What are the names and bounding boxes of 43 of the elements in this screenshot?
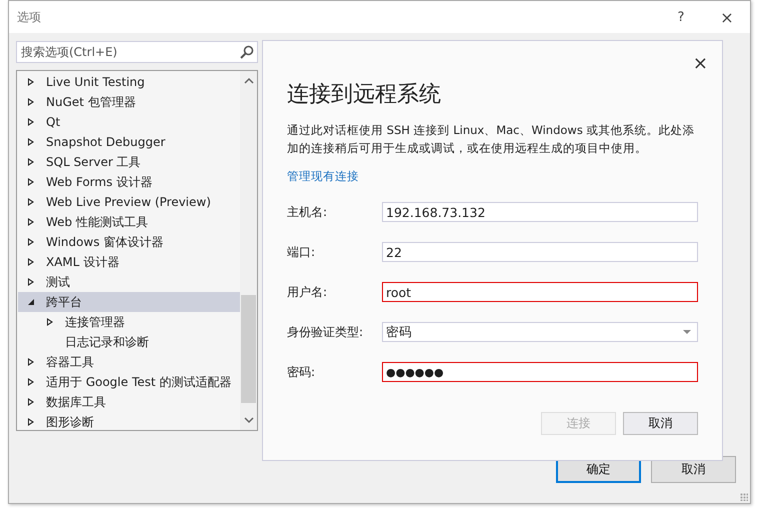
tree-item[interactable]: 跨平台 bbox=[18, 292, 240, 312]
auth-type-dropdown[interactable]: 密码 bbox=[382, 322, 698, 342]
tree-item[interactable]: Web Live Preview (Preview) bbox=[18, 192, 240, 212]
field-label: 用户名: bbox=[287, 284, 328, 300]
window-title: 选项 bbox=[17, 8, 42, 26]
dialog-title: 连接到远程系统 bbox=[287, 81, 442, 109]
tree-item[interactable]: Web 性能测试工具 bbox=[18, 212, 240, 232]
scrollbar[interactable] bbox=[240, 71, 257, 430]
tree-item[interactable]: 适用于 Google Test 的测试适配器 bbox=[18, 372, 240, 392]
tree-item[interactable]: 连接管理器 bbox=[18, 312, 240, 332]
field-label: 主机名: bbox=[287, 204, 328, 220]
field-label: 身份验证类型: bbox=[287, 324, 364, 340]
tree-item[interactable]: 图形诊断 bbox=[18, 412, 240, 432]
dialog-description: 通过此对话框使用 SSH 连接到 Linux、Mac、Windows 或其他系统。此处添加的连接稍后可用于生成或调试，或在使用远程生成的项目中使用。 bbox=[287, 122, 696, 157]
close-button[interactable]: × bbox=[688, 49, 712, 77]
tree-item[interactable]: 测试 bbox=[18, 272, 240, 292]
password-field[interactable]: ●●●●●● bbox=[382, 362, 698, 382]
tree-item[interactable]: Snapshot Debugger bbox=[18, 132, 240, 152]
search-field[interactable]: 搜索选项(Ctrl+E) bbox=[16, 41, 258, 63]
field-label: 端口: bbox=[287, 244, 316, 260]
dropdown-caret-icon bbox=[683, 330, 691, 334]
tree-item[interactable]: Qt bbox=[18, 112, 240, 132]
tree-item[interactable]: SQL Server 工具 bbox=[18, 152, 240, 172]
input-field[interactable]: root bbox=[382, 282, 698, 302]
tree-item[interactable]: NuGet 包管理器 bbox=[18, 92, 240, 112]
tree-item[interactable]: XAML 设计器 bbox=[18, 252, 240, 272]
tree-item[interactable]: 数据库工具 bbox=[18, 392, 240, 412]
scroll-up-icon[interactable] bbox=[244, 77, 254, 85]
search-icon bbox=[240, 45, 254, 59]
tree-item[interactable]: Live Unit Testing bbox=[18, 72, 240, 92]
input-field[interactable]: 22 bbox=[382, 242, 698, 262]
tree-item[interactable]: 容器工具 bbox=[18, 352, 240, 372]
dialog-button[interactable]: 取消 bbox=[623, 412, 698, 435]
tree-item[interactable]: Web Forms 设计器 bbox=[18, 172, 240, 192]
scroll-down-icon[interactable] bbox=[244, 416, 254, 424]
input-field[interactable]: 192.168.73.132 bbox=[382, 202, 698, 222]
help-button[interactable]: ? bbox=[658, 1, 704, 33]
manage-connections-link[interactable]: 管理现有连接 bbox=[287, 169, 359, 184]
resize-grip-icon[interactable] bbox=[740, 493, 748, 501]
field-label: 密码: bbox=[287, 364, 316, 380]
close-button[interactable]: × bbox=[704, 1, 750, 33]
tree-item[interactable]: 日志记录和诊断 bbox=[18, 332, 240, 352]
tree-item[interactable]: Windows 窗体设计器 bbox=[18, 232, 240, 252]
